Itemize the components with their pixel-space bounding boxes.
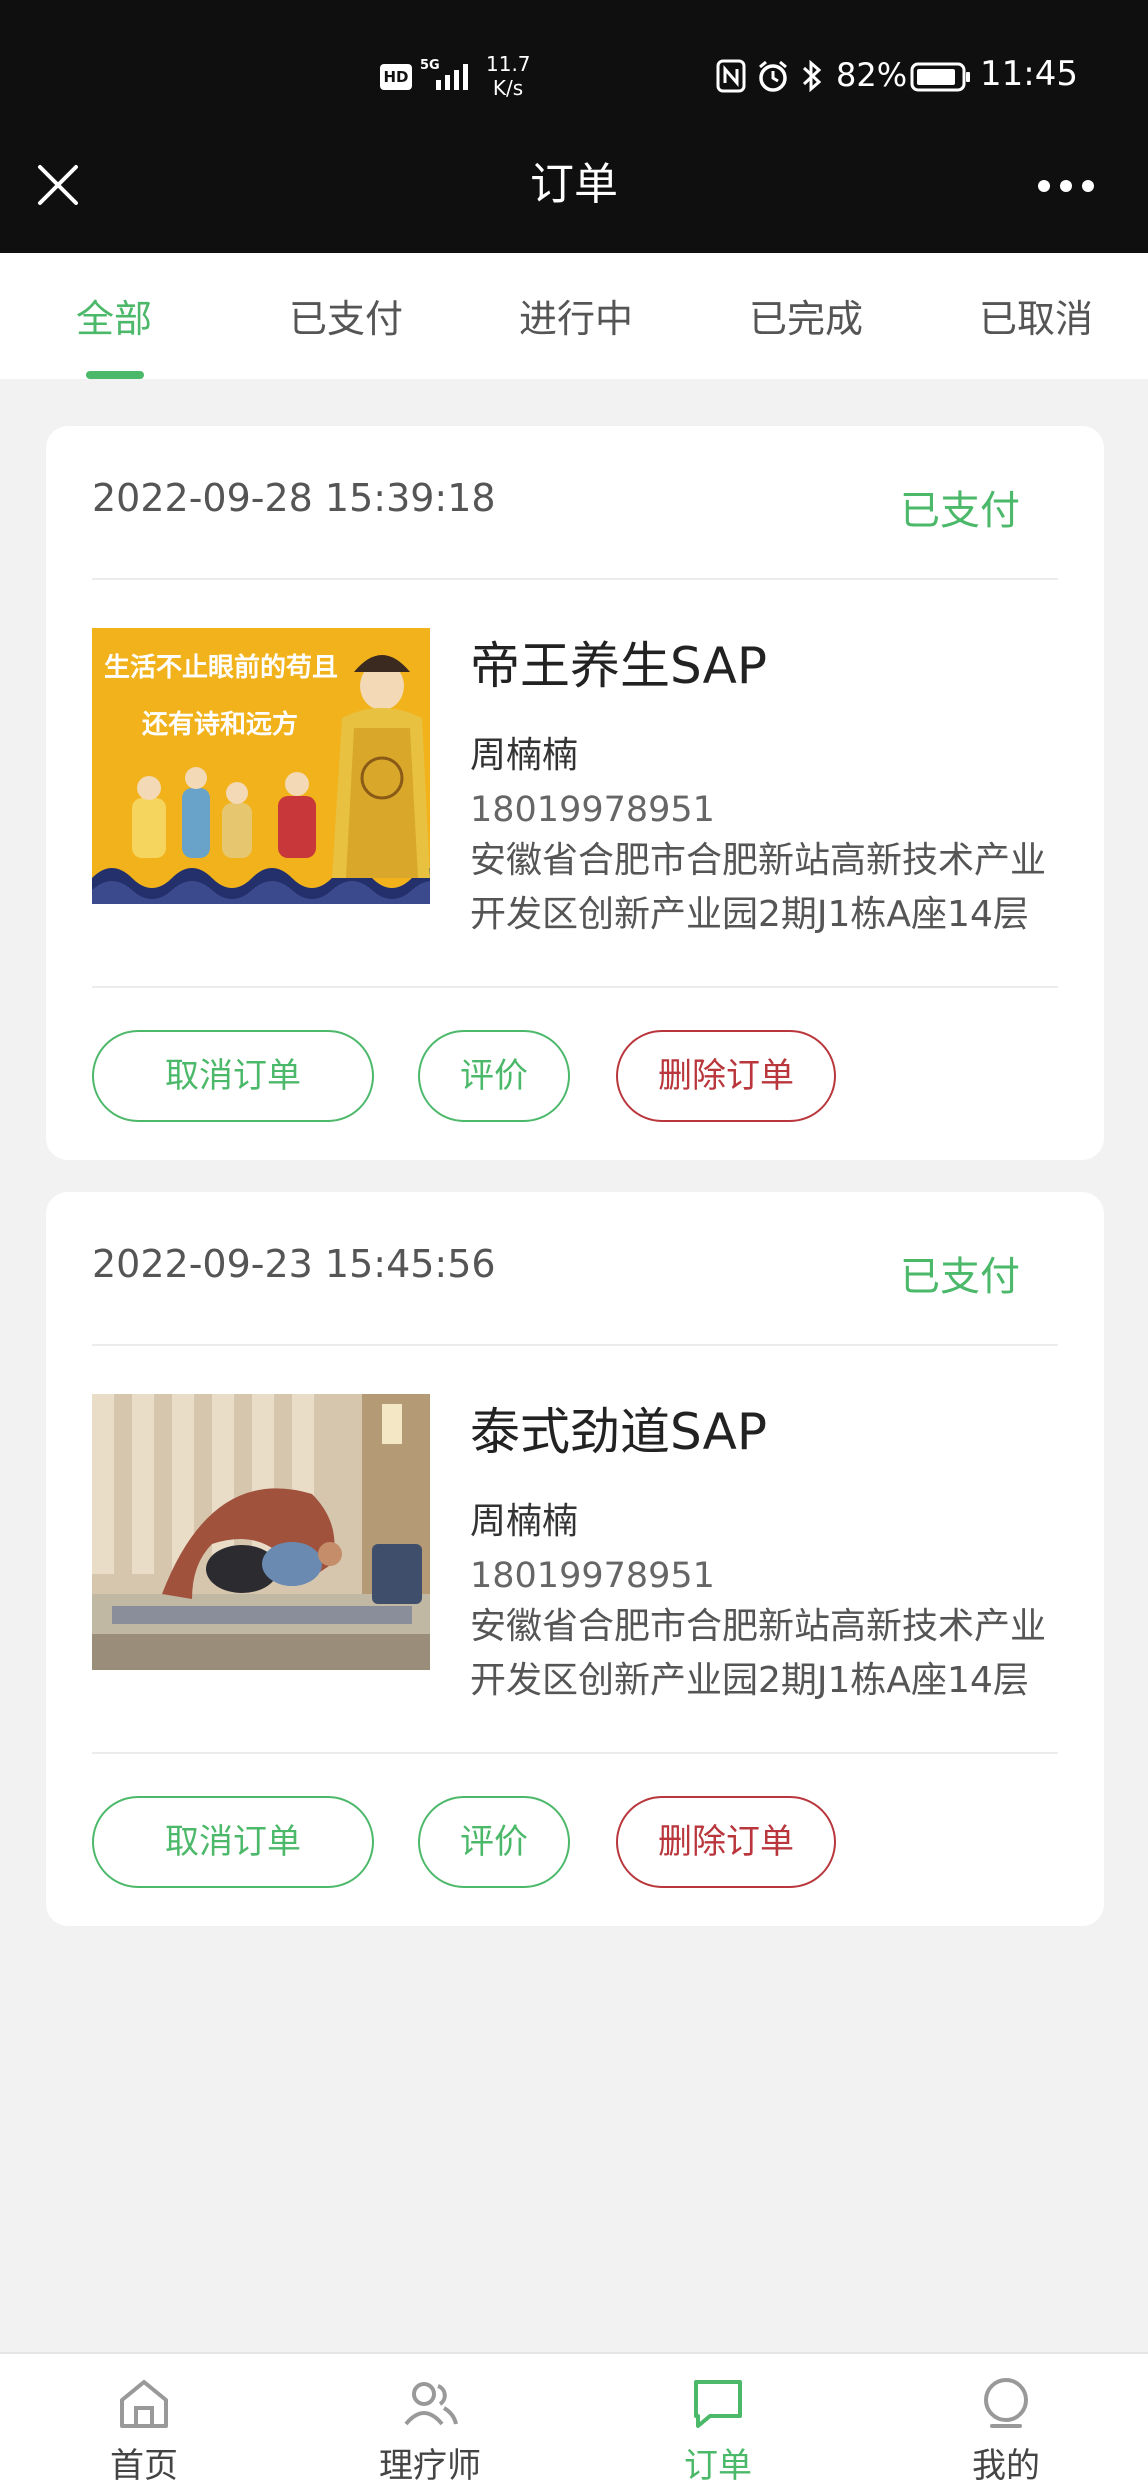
image-text-2: 还有诗和远方 — [142, 709, 298, 740]
service-name[interactable]: 泰式劲道SAP — [470, 1392, 767, 1464]
order-card: 2022-09-23 15:45:56 已支付 泰式劲道SAP 周楠楠 1801… — [46, 1192, 1104, 1926]
order-datetime: 2022-09-28 15:39:18 — [92, 476, 496, 520]
bluetooth-icon — [802, 59, 822, 93]
tab-completed[interactable]: 已完成 — [716, 289, 896, 349]
signal-icon — [436, 64, 468, 90]
customer-address: 安徽省合肥市合肥新站高新技术产业 开发区创新产业园2期J1栋A座14层 — [470, 1600, 1070, 1708]
battery-percent: 82% — [836, 56, 908, 94]
cancel-order-button[interactable]: 取消订单 — [92, 1796, 374, 1888]
customer-name: 周楠楠 — [470, 1501, 579, 1542]
alarm-icon — [759, 60, 787, 92]
clock: 11:45 — [980, 54, 1078, 94]
thai-massage-image — [92, 1394, 430, 1670]
tabbar-label: 首页 — [110, 2446, 178, 2486]
cancel-order-button[interactable]: 取消订单 — [92, 1030, 374, 1122]
active-tab-indicator — [86, 371, 144, 379]
image-text-1: 生活不止眼前的苟且 — [104, 652, 338, 683]
address-line-1: 安徽省合肥市合肥新站高新技术产业 — [470, 1606, 1047, 1647]
page-title: 订单 — [530, 159, 618, 210]
delete-order-button[interactable]: 删除订单 — [616, 1030, 836, 1122]
status-bar: HD 5G 11.7 K/s 82% 11:45 — [0, 0, 1148, 155]
tabbar-item-therapist[interactable]: 理疗师 — [330, 2354, 530, 2492]
tabbar-item-profile[interactable]: 我的 — [906, 2354, 1106, 2492]
users-icon — [404, 2382, 458, 2426]
home-icon — [120, 2380, 168, 2428]
network-speed: 11.7 K/s — [486, 52, 531, 100]
review-button[interactable]: 评价 — [418, 1796, 570, 1888]
speed-unit: K/s — [492, 76, 524, 100]
divider — [92, 1344, 1058, 1346]
tabbar-label: 理疗师 — [379, 2446, 481, 2486]
divider — [92, 986, 1058, 988]
tab-cancelled[interactable]: 已取消 — [946, 289, 1126, 349]
customer-phone: 18019978951 — [470, 790, 715, 830]
service-image[interactable]: 生活不止眼前的苟且 还有诗和远方 — [92, 628, 430, 904]
tabbar-label: 我的 — [972, 2446, 1040, 2486]
service-name[interactable]: 帝王养生SAP — [470, 626, 767, 698]
address-line-2: 开发区创新产业园2期J1栋A座14层 — [470, 1660, 1029, 1701]
battery-icon — [910, 62, 970, 92]
tabbar-item-orders[interactable]: 订单 — [618, 2354, 818, 2492]
divider — [92, 1752, 1058, 1754]
tab-all[interactable]: 全部 — [24, 289, 204, 349]
tab-paid[interactable]: 已支付 — [256, 289, 436, 349]
bottom-tab-bar: 首页 理疗师 订单 我的 — [0, 2352, 1148, 2492]
delete-order-button[interactable]: 删除订单 — [616, 1796, 836, 1888]
tab-in-progress[interactable]: 进行中 — [486, 289, 666, 349]
customer-phone: 18019978951 — [470, 1556, 715, 1596]
customer-address: 安徽省合肥市合肥新站高新技术产业 开发区创新产业园2期J1栋A座14层 — [470, 834, 1070, 942]
order-filter-tabs: 全部 已支付 进行中 已完成 已取消 — [0, 253, 1148, 379]
chat-icon — [694, 2380, 742, 2428]
divider — [92, 578, 1058, 580]
address-line-2: 开发区创新产业园2期J1栋A座14层 — [470, 894, 1029, 935]
status-icons — [716, 58, 824, 94]
emperor-image: 生活不止眼前的苟且 还有诗和远方 — [92, 628, 430, 904]
nfc-icon — [716, 59, 746, 93]
review-button[interactable]: 评价 — [418, 1030, 570, 1122]
more-icon[interactable] — [1036, 178, 1096, 194]
address-line-1: 安徽省合肥市合肥新站高新技术产业 — [470, 840, 1047, 881]
customer-name: 周楠楠 — [470, 735, 579, 776]
order-status: 已支付 — [900, 488, 1020, 534]
tabbar-item-home[interactable]: 首页 — [44, 2354, 244, 2492]
order-datetime: 2022-09-23 15:45:56 — [92, 1242, 496, 1286]
tabbar-label: 订单 — [684, 2446, 752, 2486]
service-image[interactable] — [92, 1394, 430, 1670]
hd-icon: HD — [380, 64, 412, 90]
speed-value: 11.7 — [486, 52, 531, 76]
profile-icon — [984, 2378, 1028, 2428]
order-status: 已支付 — [900, 1254, 1020, 1300]
order-card: 2022-09-28 15:39:18 已支付 生活不止眼前的苟且 还有诗和远方… — [46, 426, 1104, 1160]
